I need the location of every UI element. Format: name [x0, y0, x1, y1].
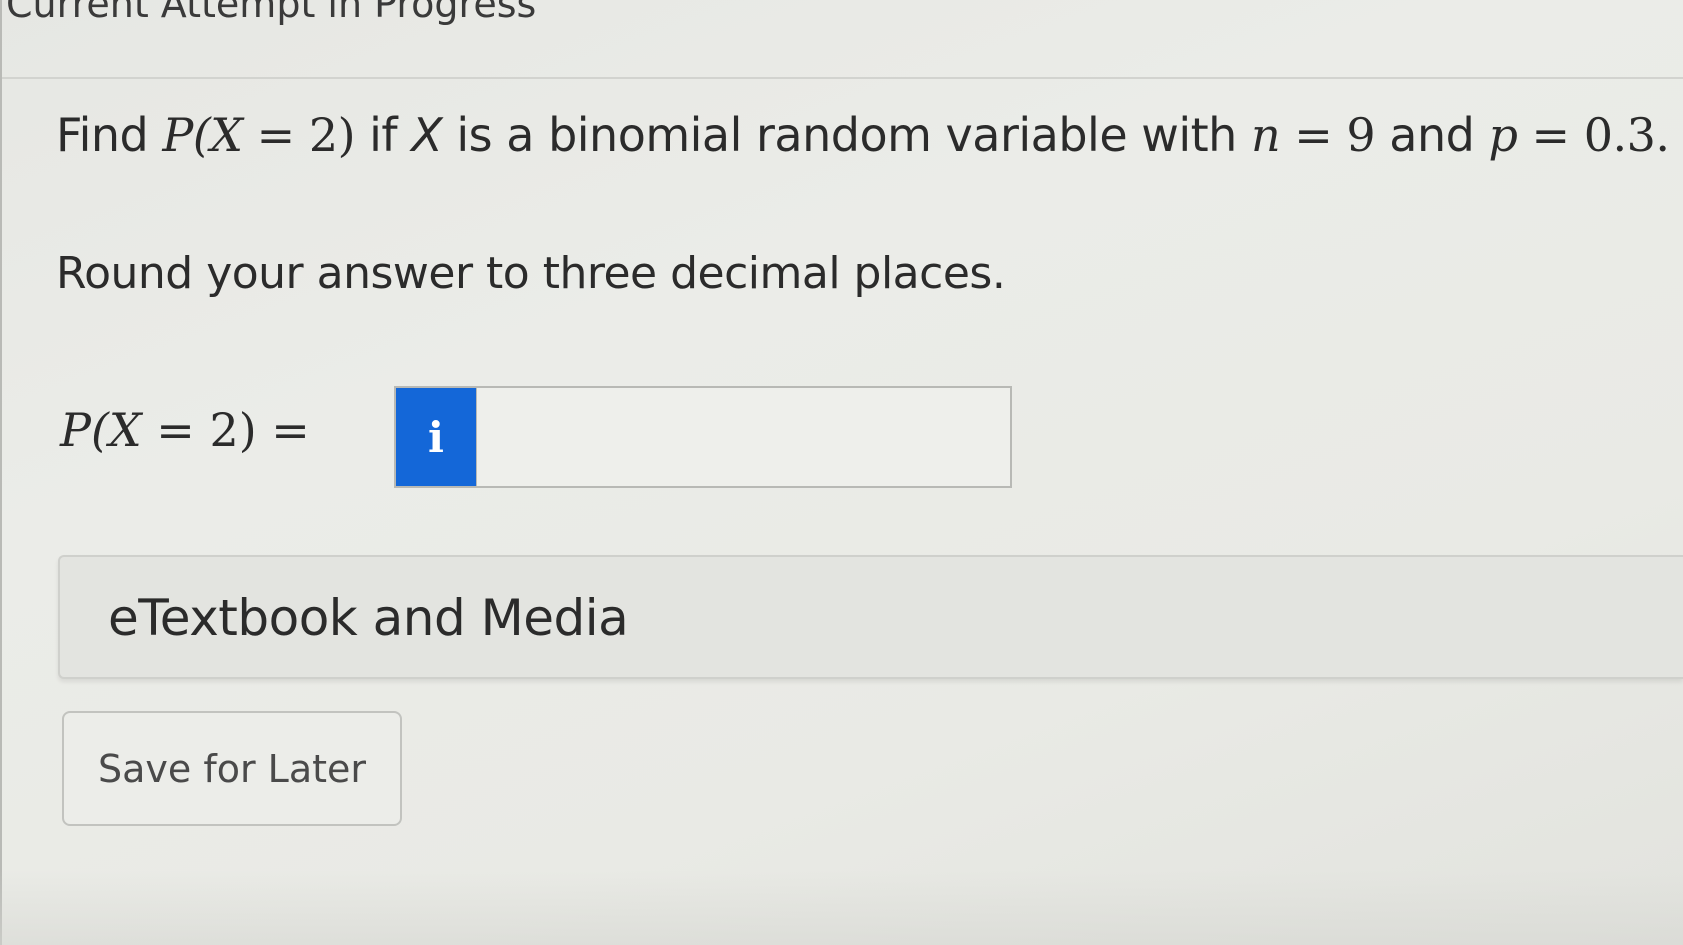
question-p-value: = 0.3. — [1517, 108, 1670, 162]
answer-input[interactable] — [476, 388, 1010, 486]
question-text: Find P(X = 2) if X is a binomial random … — [56, 108, 1670, 162]
question-and-text: and — [1375, 108, 1489, 162]
save-for-later-button[interactable]: Save for Later — [62, 711, 402, 826]
question-variable-x: X — [411, 108, 443, 162]
answer-field-group: i — [394, 386, 1012, 488]
question-if-text: if — [355, 108, 412, 162]
question-n-value: = 9 — [1280, 108, 1376, 162]
question-p-param-symbol: p — [1488, 108, 1518, 162]
answer-label: P(X = 2) = — [60, 403, 310, 457]
question-n-symbol: n — [1250, 108, 1281, 162]
rounding-instruction: Round your answer to three decimal place… — [56, 248, 1006, 299]
question-p-symbol: P( — [162, 108, 211, 162]
bottom-shadow — [0, 870, 1683, 945]
question-middle-text: is a binomial random variable with — [442, 108, 1251, 162]
page-left-border — [0, 0, 2, 945]
question-n-expression: n = 9 — [1250, 108, 1376, 162]
info-icon[interactable]: i — [396, 388, 476, 486]
etextbook-media-label: eTextbook and Media — [108, 589, 629, 647]
header-divider — [2, 77, 1683, 79]
answer-label-x: X — [108, 403, 142, 457]
question-equals-two: = 2) — [242, 108, 356, 162]
question-find-text: Find — [56, 108, 163, 162]
question-probability-expression: P(X = 2) — [162, 108, 355, 162]
attempt-status-heading: Current Attempt in Progress — [6, 0, 537, 26]
question-p-expression: p = 0.3. — [1488, 108, 1670, 162]
etextbook-media-panel[interactable]: eTextbook and Media — [58, 555, 1683, 679]
question-x-symbol: X — [210, 108, 243, 162]
answer-label-suffix: = 2) = — [141, 403, 310, 457]
answer-label-p: P( — [60, 403, 109, 457]
